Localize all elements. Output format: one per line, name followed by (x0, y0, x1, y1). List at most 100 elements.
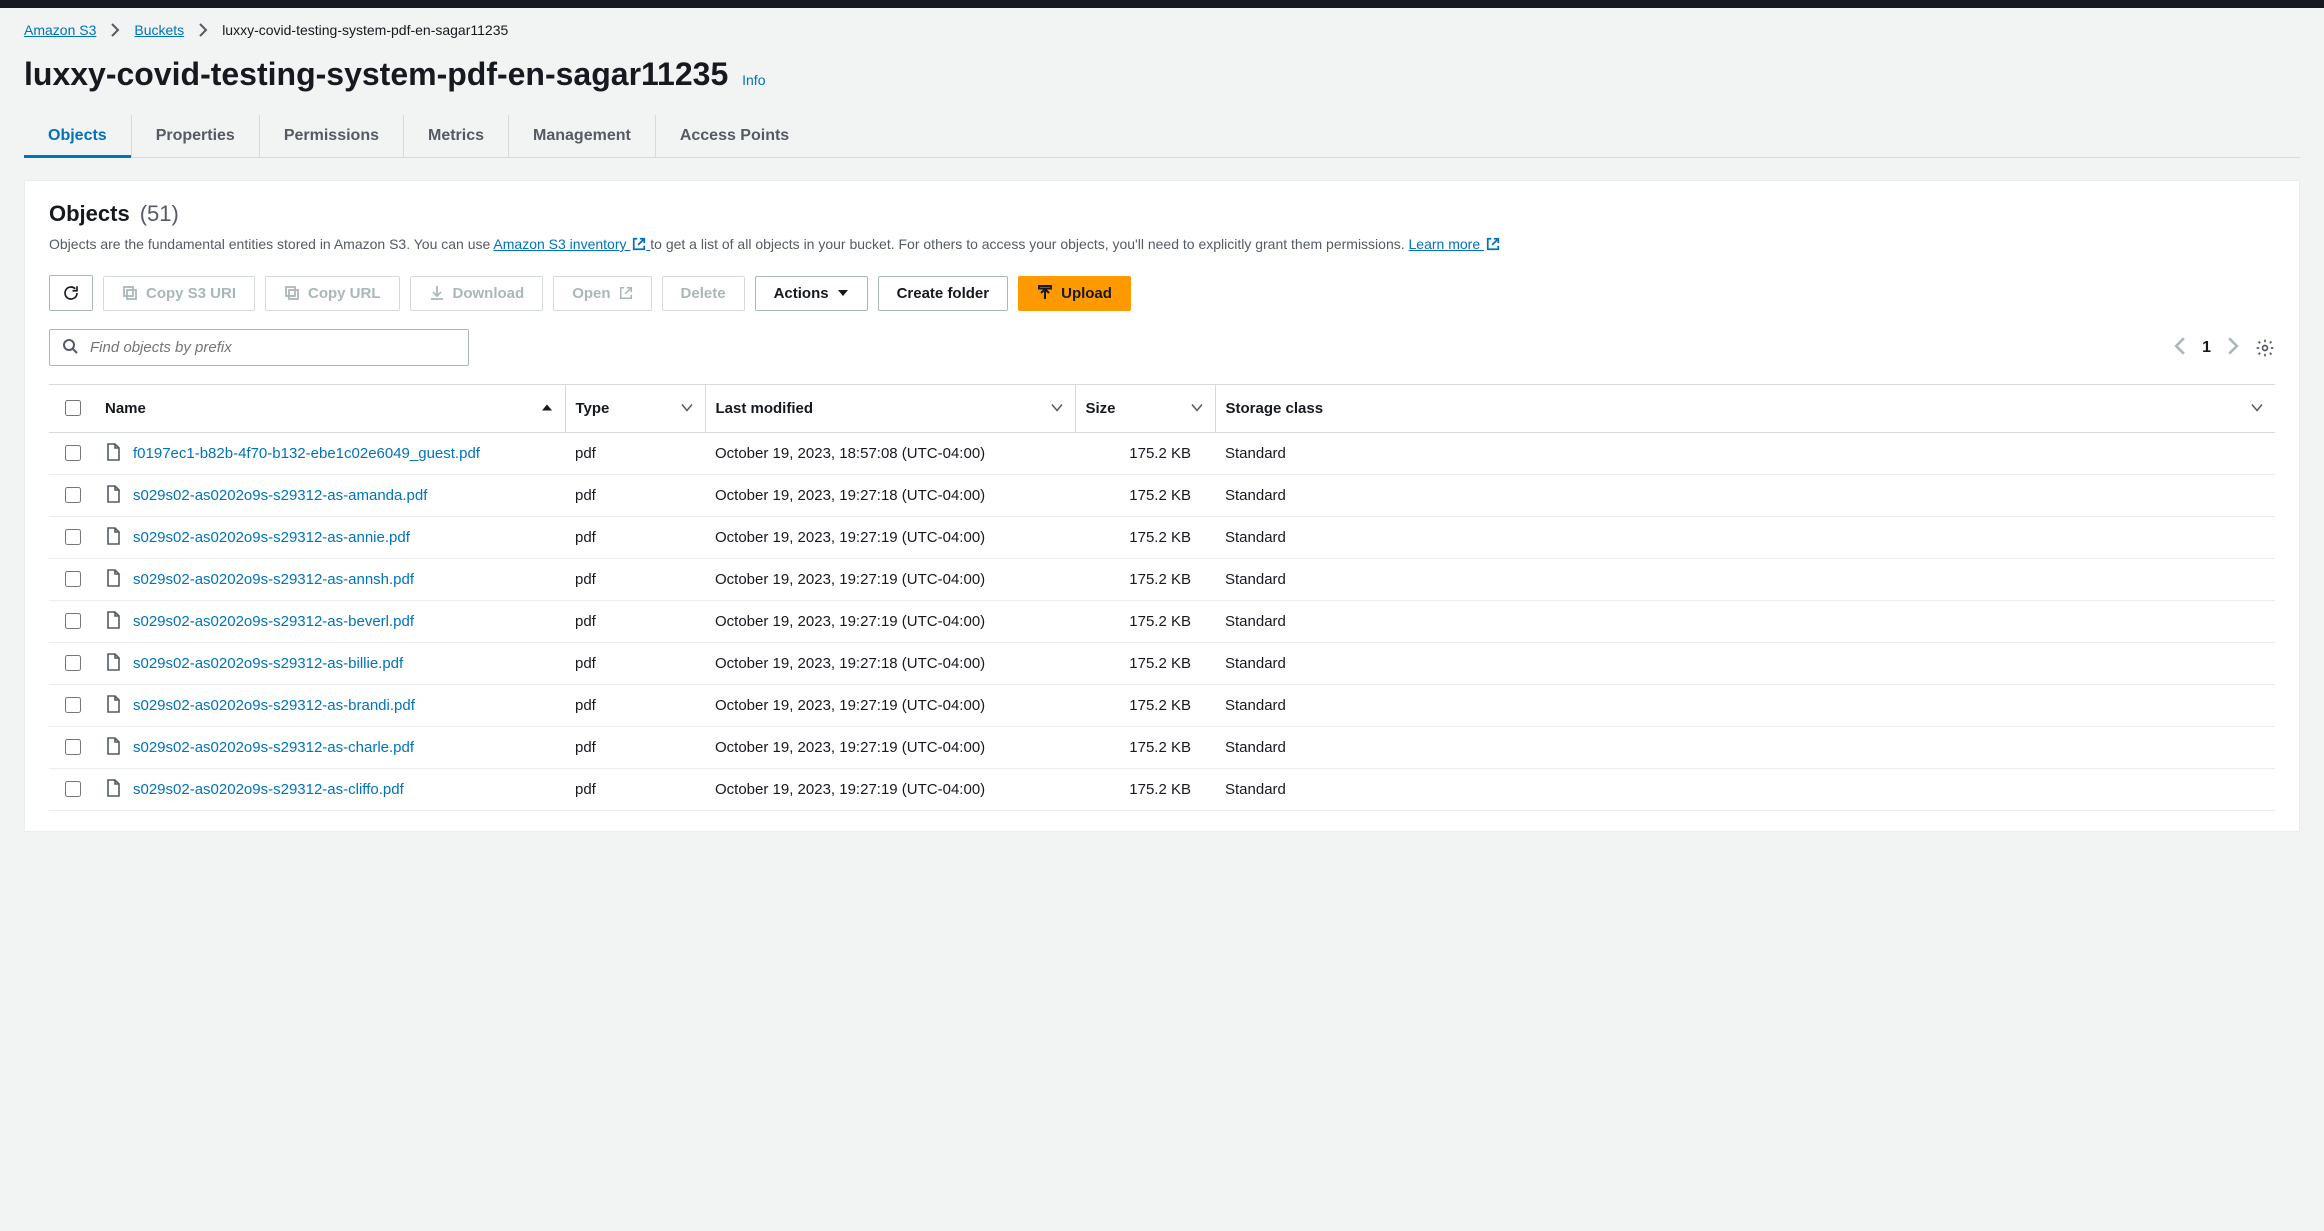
inventory-link[interactable]: Amazon S3 inventory (493, 236, 650, 252)
delete-button[interactable]: Delete (662, 276, 745, 311)
sort-icon (2251, 400, 2263, 417)
row-checkbox[interactable] (65, 781, 81, 797)
prev-page-button[interactable] (2174, 337, 2186, 358)
objects-table: Name Type Last modified Size (49, 384, 2275, 811)
open-label: Open (572, 285, 610, 302)
table-row: s029s02-as0202o9s-s29312-as-annie.pdfpdf… (49, 517, 2275, 559)
cell-last-modified: October 19, 2023, 19:27:19 (UTC-04:00) (705, 685, 1075, 727)
cell-last-modified: October 19, 2023, 19:27:19 (UTC-04:00) (705, 517, 1075, 559)
cell-last-modified: October 19, 2023, 19:27:19 (UTC-04:00) (705, 559, 1075, 601)
cell-storage-class: Standard (1215, 601, 2275, 643)
tab-metrics[interactable]: Metrics (404, 115, 509, 157)
tab-management[interactable]: Management (509, 115, 656, 157)
cell-last-modified: October 19, 2023, 19:27:19 (UTC-04:00) (705, 769, 1075, 811)
object-link[interactable]: s029s02-as0202o9s-s29312-as-annsh.pdf (133, 571, 414, 588)
tab-permissions[interactable]: Permissions (260, 115, 404, 157)
col-type[interactable]: Type (565, 385, 705, 433)
page-number: 1 (2202, 339, 2211, 357)
caret-down-icon (837, 287, 849, 299)
object-link[interactable]: s029s02-as0202o9s-s29312-as-beverl.pdf (133, 613, 414, 630)
col-size[interactable]: Size (1075, 385, 1215, 433)
cell-storage-class: Standard (1215, 475, 2275, 517)
cell-type: pdf (565, 685, 705, 727)
open-button[interactable]: Open (553, 276, 651, 311)
copy-s3-uri-label: Copy S3 URI (146, 285, 236, 302)
col-storage-class[interactable]: Storage class (1215, 385, 2275, 433)
copy-icon (284, 285, 300, 301)
settings-button[interactable] (2255, 338, 2275, 358)
table-row: s029s02-as0202o9s-s29312-as-charle.pdfpd… (49, 727, 2275, 769)
panel-count: (51) (140, 201, 179, 227)
chevron-right-icon (110, 23, 120, 37)
object-link[interactable]: f0197ec1-b82b-4f70-b132-ebe1c02e6049_gue… (133, 445, 480, 462)
cell-size: 175.2 KB (1075, 433, 1215, 475)
page-title: luxxy-covid-testing-system-pdf-en-sagar1… (24, 56, 728, 93)
upload-button[interactable]: Upload (1018, 276, 1131, 311)
actions-label: Actions (774, 285, 829, 302)
tab-properties[interactable]: Properties (132, 115, 260, 157)
copy-s3-uri-button[interactable]: Copy S3 URI (103, 276, 255, 311)
row-checkbox[interactable] (65, 697, 81, 713)
select-all-header[interactable] (49, 385, 95, 433)
search-input[interactable] (88, 338, 456, 357)
cell-type: pdf (565, 433, 705, 475)
next-page-button[interactable] (2227, 337, 2239, 358)
panel-title: Objects (49, 201, 130, 227)
cell-size: 175.2 KB (1075, 475, 1215, 517)
object-link[interactable]: s029s02-as0202o9s-s29312-as-charle.pdf (133, 739, 414, 756)
tab-bar: Objects Properties Permissions Metrics M… (24, 115, 2300, 158)
tab-access-points[interactable]: Access Points (656, 115, 813, 157)
external-link-icon (1486, 235, 1500, 257)
object-link[interactable]: s029s02-as0202o9s-s29312-as-billie.pdf (133, 655, 403, 672)
cell-storage-class: Standard (1215, 727, 2275, 769)
breadcrumb-buckets-link[interactable]: Buckets (134, 22, 184, 38)
panel-desc-text: Objects are the fundamental entities sto… (49, 236, 493, 252)
cell-type: pdf (565, 475, 705, 517)
cell-type: pdf (565, 643, 705, 685)
refresh-button[interactable] (49, 275, 93, 311)
download-label: Download (453, 285, 525, 302)
sort-icon (1051, 400, 1063, 417)
cell-storage-class: Standard (1215, 433, 2275, 475)
table-row: s029s02-as0202o9s-s29312-as-brandi.pdf pd… (49, 685, 2275, 727)
row-checkbox[interactable] (65, 655, 81, 671)
sort-asc-icon (541, 400, 553, 417)
row-checkbox[interactable] (65, 571, 81, 587)
row-checkbox[interactable] (65, 613, 81, 629)
copy-url-button[interactable]: Copy URL (265, 276, 400, 311)
object-link[interactable]: s029s02-as0202o9s-s29312-as-brandi.pdf (133, 697, 415, 714)
table-row: s029s02-as0202o9s-s29312-as-billie.pdf pd… (49, 643, 2275, 685)
learn-more-link[interactable]: Learn more (1409, 236, 1500, 252)
info-link[interactable]: Info (742, 72, 765, 88)
row-checkbox[interactable] (65, 529, 81, 545)
cell-last-modified: October 19, 2023, 19:27:18 (UTC-04:00) (705, 475, 1075, 517)
sort-icon (681, 400, 693, 417)
object-link[interactable]: s029s02-as0202o9s-s29312-as-cliffo.pdf (133, 781, 404, 798)
table-row: s029s02-as0202o9s-s29312-as-annsh.pdfpdf… (49, 559, 2275, 601)
search-box[interactable] (49, 329, 469, 366)
panel-desc-text2: to get a list of all objects in your buc… (650, 236, 1408, 252)
row-checkbox[interactable] (65, 739, 81, 755)
breadcrumb-root-link[interactable]: Amazon S3 (24, 22, 96, 38)
tab-objects[interactable]: Objects (24, 115, 132, 157)
col-last-modified[interactable]: Last modified (705, 385, 1075, 433)
object-link[interactable]: s029s02-as0202o9s-s29312-as-annie.pdf (133, 529, 410, 546)
create-folder-button[interactable]: Create folder (878, 276, 1009, 311)
cell-storage-class: Standard (1215, 643, 2275, 685)
panel-description: Objects are the fundamental entities sto… (49, 233, 2275, 257)
row-checkbox[interactable] (65, 487, 81, 503)
cell-last-modified: October 19, 2023, 19:27:18 (UTC-04:00) (705, 643, 1075, 685)
sort-icon (1191, 400, 1203, 417)
col-name[interactable]: Name (95, 385, 565, 433)
breadcrumb: Amazon S3 Buckets luxxy-covid-testing-sy… (24, 20, 2300, 48)
delete-label: Delete (681, 285, 726, 302)
gear-icon (2255, 345, 2275, 361)
select-all-checkbox[interactable] (65, 400, 81, 416)
cell-size: 175.2 KB (1075, 727, 1215, 769)
download-button[interactable]: Download (410, 276, 544, 311)
file-icon (105, 485, 121, 507)
object-link[interactable]: s029s02-as0202o9s-s29312-as-amanda.pdf (133, 487, 427, 504)
row-checkbox[interactable] (65, 445, 81, 461)
table-row: f0197ec1-b82b-4f70-b132-ebe1c02e6049_gue… (49, 433, 2275, 475)
actions-button[interactable]: Actions (755, 276, 868, 311)
